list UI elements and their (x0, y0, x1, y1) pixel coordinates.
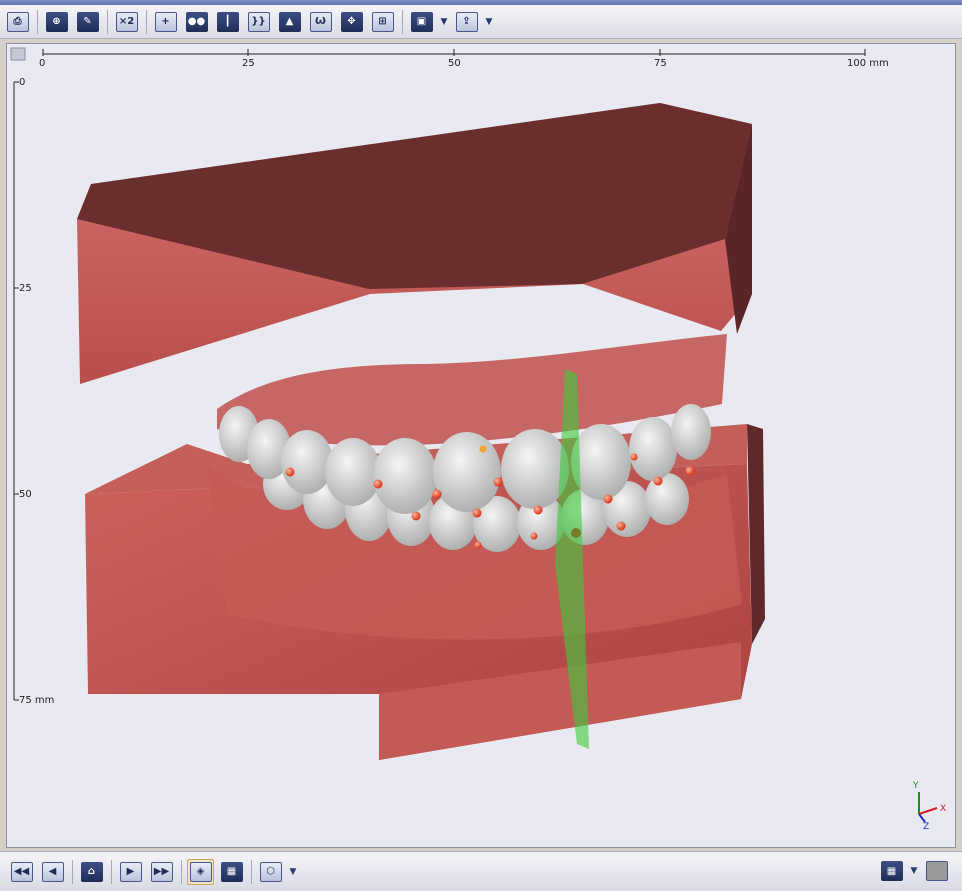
box-view-icon: ▣ (410, 11, 433, 32)
3d-viewport[interactable]: 0 25 50 75 100 mm 0 25 50 75 mm Y X Z (6, 43, 956, 848)
tooth-icon: Ѡ (309, 11, 332, 32)
toolbar-separator (181, 859, 182, 884)
view-mode-button[interactable]: ◈ (187, 858, 214, 885)
left-ruler (13, 81, 19, 701)
print-icon: ⎙ (6, 11, 29, 32)
skip-forward-button[interactable]: ▶▶ (148, 859, 175, 885)
ruler-x-100: 100 mm (847, 58, 889, 69)
ruler-y-0: 0 (19, 77, 26, 88)
step-forward-button[interactable]: ▶ (117, 859, 144, 885)
add-patient-button[interactable]: ⊕ (43, 9, 70, 35)
add-point-icon: + (154, 11, 177, 32)
patients-button[interactable]: ●● (183, 9, 210, 35)
axis-y-label: Y (913, 781, 919, 791)
corner-view-icon[interactable] (10, 47, 26, 61)
export-icon: ⇪ (455, 11, 478, 32)
toolbar-separator (111, 859, 112, 884)
gum-button[interactable]: ▲ (276, 9, 303, 35)
step-back-button[interactable]: ◀ (39, 859, 66, 885)
toolbar-separator (72, 859, 73, 884)
grid-frame-icon: ⊞ (371, 11, 394, 32)
move-button[interactable]: ✥ (338, 9, 365, 35)
add-patient-icon: ⊕ (45, 11, 68, 32)
home-button[interactable]: ⌂ (78, 859, 105, 885)
ruler-y-50: 50 (19, 489, 32, 500)
cube-view-dropdown[interactable]: ▼ (288, 867, 298, 877)
layout-grid-button[interactable]: ▦ (878, 858, 905, 884)
patients-icon: ●● (185, 11, 208, 32)
box-view-button[interactable]: ▣ (408, 9, 435, 35)
arch-split-icon: ┃ (216, 11, 239, 32)
home-icon: ⌂ (80, 861, 103, 882)
brackets-button[interactable]: }} (245, 9, 272, 35)
add-point-button[interactable]: + (152, 9, 179, 35)
skip-back-icon: ◀◀ (10, 861, 33, 882)
single-view-button[interactable] (923, 858, 950, 884)
toolbar-separator (251, 859, 252, 884)
cube-view-button[interactable]: ⬡ (257, 859, 284, 885)
single-view-icon (925, 861, 948, 881)
axis-gizmo (918, 792, 938, 823)
axis-z-label: Z (923, 822, 930, 832)
main-toolbar: ⎙ ⊕ ✎ ×2 + ●● ┃ }} ▲ Ѡ ✥ ⊞ ▣ ▼ ⇪ ▼ (0, 5, 962, 39)
film-button[interactable]: ▦ (218, 859, 245, 885)
box-view-dropdown[interactable]: ▼ (439, 17, 449, 27)
ruler-y-75: 75 mm (19, 695, 55, 706)
ruler-x-50: 50 (448, 58, 461, 69)
skip-forward-icon: ▶▶ (150, 861, 173, 882)
grid-frame-button[interactable]: ⊞ (369, 9, 396, 35)
brackets-icon: }} (247, 11, 270, 32)
patient-edit-button[interactable]: ✎ (74, 9, 101, 35)
layout-controls: ▦ ▼ (878, 858, 954, 884)
view-mode-icon: ◈ (189, 861, 212, 882)
gum-icon: ▲ (278, 11, 301, 32)
top-ruler (42, 49, 866, 56)
move-icon: ✥ (340, 11, 363, 32)
bottom-toolbar: ◀◀ ◀ ⌂ ▶ ▶▶ ◈ ▦ ⬡ ▼ ▦ ▼ (0, 851, 962, 891)
toolbar-separator (402, 9, 403, 34)
patient-edit-icon: ✎ (76, 11, 99, 32)
film-icon: ▦ (220, 861, 243, 882)
export-button[interactable]: ⇪ (453, 9, 480, 35)
toolbar-separator (107, 9, 108, 34)
ruler-x-25: 25 (242, 58, 255, 69)
cube-view-icon: ⬡ (259, 861, 282, 882)
zoom-x2-icon: ×2 (115, 11, 138, 32)
step-forward-icon: ▶ (119, 861, 142, 882)
export-dropdown[interactable]: ▼ (484, 17, 494, 27)
dental-model-scene (10, 47, 938, 823)
toolbar-separator (37, 9, 38, 34)
print-button[interactable]: ⎙ (4, 9, 31, 35)
toolbar-separator (146, 9, 147, 34)
skip-back-button[interactable]: ◀◀ (8, 859, 35, 885)
tooth-button[interactable]: Ѡ (307, 9, 334, 35)
arch-split-button[interactable]: ┃ (214, 9, 241, 35)
step-back-icon: ◀ (41, 861, 64, 882)
ruler-y-25: 25 (19, 283, 32, 294)
ruler-x-0: 0 (39, 58, 46, 69)
ruler-x-75: 75 (654, 58, 667, 69)
layout-grid-dropdown[interactable]: ▼ (909, 866, 919, 876)
zoom-x2-button[interactable]: ×2 (113, 9, 140, 35)
grid-layout-icon: ▦ (880, 861, 903, 881)
axis-x-label: X (940, 804, 947, 814)
